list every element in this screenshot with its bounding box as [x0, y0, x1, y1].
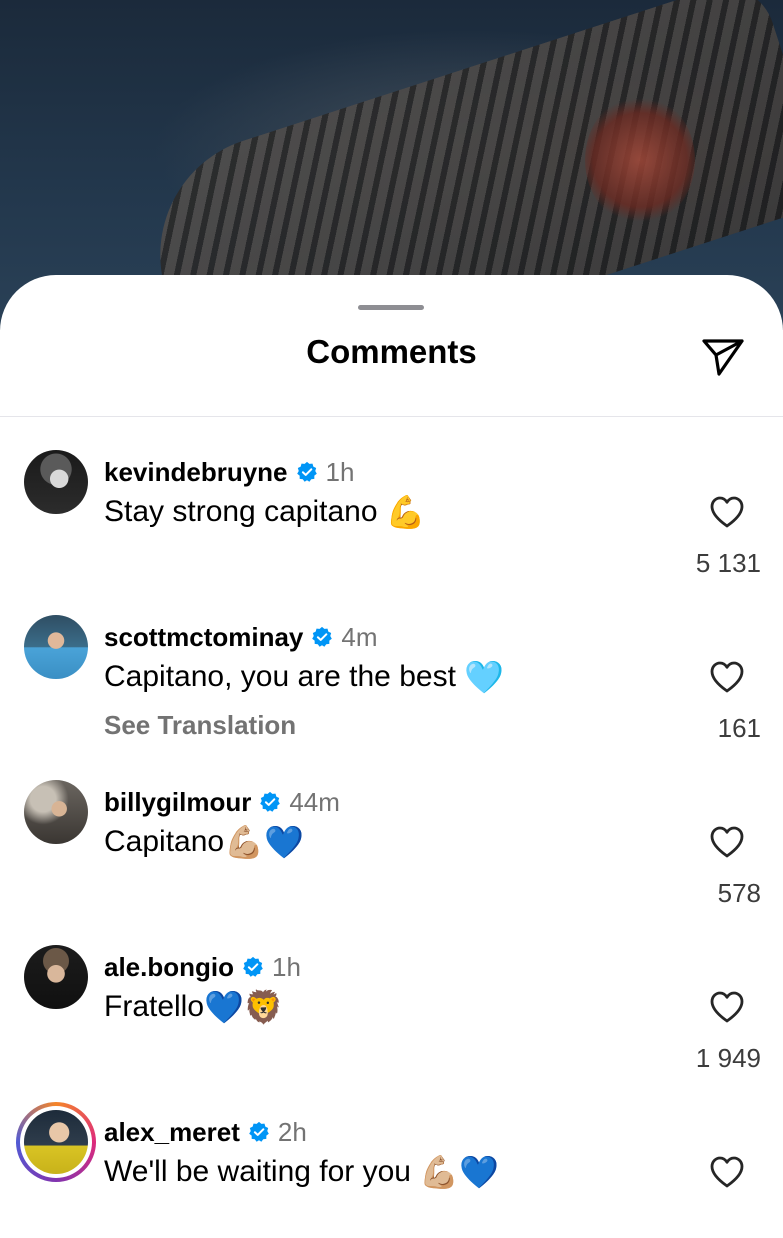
comment-text: Stay strong capitano 💪: [104, 495, 426, 529]
comment-text: We'll be waiting for you 💪🏼💙: [104, 1155, 499, 1189]
avatar-story-ring[interactable]: [16, 1102, 96, 1182]
comment-text-body: Capitano, you are the best: [104, 660, 456, 693]
verified-badge-icon: [296, 461, 317, 482]
heart-icon[interactable]: [709, 1155, 745, 1189]
drag-handle[interactable]: [358, 305, 424, 310]
verified-badge-icon: [312, 626, 333, 647]
comment-text: Fratello 💙🦁: [104, 990, 284, 1024]
verified-badge-icon: [249, 1121, 269, 1142]
comment-time: 2h: [277, 1116, 307, 1147]
like-count[interactable]: 1 949: [696, 1043, 761, 1074]
username[interactable]: ale.bongio: [104, 952, 234, 983]
emoji: 💙🦁: [204, 989, 284, 1025]
comment-time: 1h: [325, 456, 355, 487]
emoji: 💪🏼💙: [419, 1154, 500, 1190]
username[interactable]: alex_meret: [104, 1117, 240, 1148]
emoji: 🩵: [464, 659, 505, 695]
comment-item: kevindebruyne 1h Stay strong capitano 💪 …: [0, 428, 783, 578]
comment-time: 4m: [341, 621, 378, 652]
username[interactable]: kevindebruyne: [104, 457, 288, 488]
emoji: 💪: [385, 494, 426, 530]
like-count[interactable]: 161: [718, 713, 761, 744]
heart-icon[interactable]: [709, 825, 745, 859]
heart-icon[interactable]: [709, 660, 745, 694]
heart-icon[interactable]: [709, 495, 745, 529]
avatar[interactable]: [24, 945, 88, 1009]
comment-item: billygilmour 44m Capitano 💪🏼💙 578: [0, 758, 783, 908]
sheet-title: Comments: [306, 333, 477, 370]
verified-badge-icon: [260, 791, 281, 812]
username[interactable]: billygilmour: [104, 787, 251, 818]
comment-item: scottmctominay 4m Capitano, you are the …: [0, 593, 783, 743]
like-count[interactable]: 5 131: [696, 548, 761, 579]
comment-text: Capitano 💪🏼💙: [104, 825, 304, 859]
avatar[interactable]: [24, 450, 88, 514]
comment-item: alex_meret 2h We'll be waiting for you 💪…: [0, 1088, 783, 1238]
heart-icon[interactable]: [709, 990, 745, 1024]
header-divider: [0, 416, 783, 417]
avatar: [24, 1110, 88, 1174]
comment-time: 44m: [289, 786, 340, 817]
comment-text: Capitano, you are the best 🩵: [104, 660, 504, 694]
see-translation-link[interactable]: See Translation: [104, 710, 296, 741]
username[interactable]: scottmctominay: [104, 622, 303, 653]
like-count[interactable]: 578: [718, 878, 761, 909]
comment-text-body: Fratello: [104, 990, 205, 1023]
comment-time: 1h: [272, 951, 301, 982]
emoji: 💪🏼💙: [224, 824, 304, 860]
send-icon[interactable]: [700, 333, 746, 379]
comment-item: ale.bongio 1h Fratello 💙🦁 1 949: [0, 923, 783, 1073]
avatar[interactable]: [24, 615, 88, 679]
comment-text-body: Stay strong capitano: [104, 495, 378, 528]
avatar[interactable]: [24, 780, 88, 844]
tattoo-detail: [585, 95, 695, 225]
comment-text-body: We'll be waiting for you: [104, 1155, 411, 1188]
comment-text-body: Capitano: [104, 825, 225, 858]
verified-badge-icon: [243, 956, 263, 977]
